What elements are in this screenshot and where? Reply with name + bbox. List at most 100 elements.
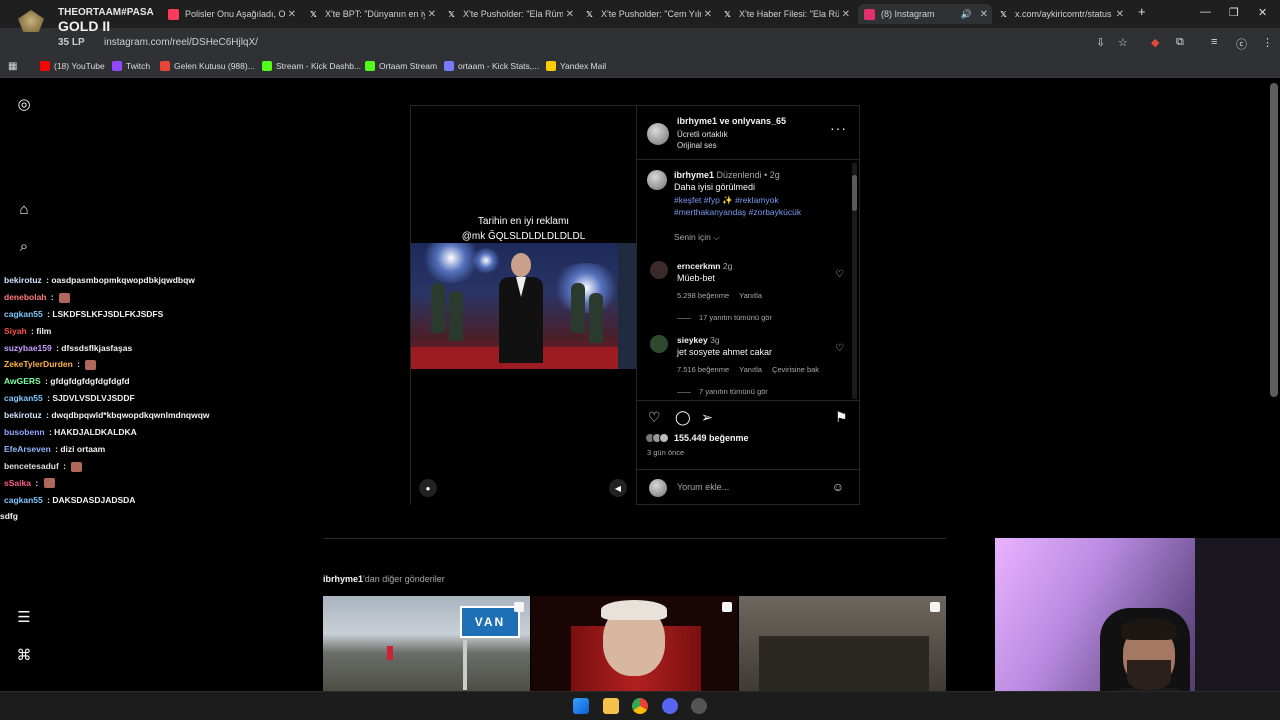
profile-avatar[interactable]: ⓒ bbox=[1236, 36, 1247, 52]
original-audio-link[interactable]: Orijinal ses bbox=[677, 141, 717, 150]
close-icon[interactable]: ✕ bbox=[704, 9, 712, 20]
menu-icon[interactable]: ☰ bbox=[16, 610, 32, 626]
like-heart-icon[interactable]: ♡ bbox=[648, 409, 661, 426]
scroll-thumb[interactable] bbox=[852, 175, 857, 211]
user-tag-icon[interactable]: ● bbox=[419, 479, 437, 497]
app-icon[interactable] bbox=[691, 698, 707, 714]
comment-likes[interactable]: 5.298 beğenme bbox=[677, 291, 729, 300]
audio-icon[interactable]: ◀ bbox=[609, 479, 627, 497]
bookmark-yandex-mail[interactable]: Yandex Mail bbox=[546, 61, 606, 71]
avatar[interactable] bbox=[647, 123, 669, 145]
share-icon[interactable]: ➢ bbox=[701, 409, 713, 426]
comment-input[interactable]: Yorum ekle... bbox=[677, 482, 729, 492]
bookmark-kick-dashboard[interactable]: Stream - Kick Dashb... bbox=[262, 61, 361, 71]
install-app-icon[interactable]: ⇩ bbox=[1096, 36, 1105, 49]
tab-3[interactable]: 𝕏 X'te Pusholder: "Ela Rüme ✕ bbox=[446, 4, 578, 24]
bookmark-gmail[interactable]: Gelen Kutusu (988)... bbox=[160, 61, 255, 71]
puzzle-icon[interactable]: ⧉ bbox=[1176, 36, 1184, 49]
bookmark-icon[interactable]: ⚑ bbox=[835, 409, 848, 426]
discord-icon[interactable] bbox=[662, 698, 678, 714]
comment-username[interactable]: erncerkmn bbox=[677, 261, 720, 271]
comments-scrollbar[interactable] bbox=[852, 163, 857, 399]
bookmark-kick-stats[interactable]: ortaam - Kick Stats,... bbox=[444, 61, 539, 71]
comments-list: ibrhyme1 Düzenlendi • 2g Daha iyisi görü… bbox=[637, 161, 860, 399]
more-apps-icon[interactable]: ⌘ bbox=[16, 648, 32, 664]
likes-count[interactable]: 155.449 beğenme bbox=[674, 433, 749, 443]
close-icon[interactable]: ✕ bbox=[842, 9, 850, 20]
page-scrollbar[interactable] bbox=[1270, 83, 1278, 397]
minimize-icon[interactable]: — bbox=[1200, 6, 1211, 18]
avatar[interactable] bbox=[647, 170, 667, 190]
close-icon[interactable]: ✕ bbox=[288, 9, 296, 20]
new-tab-button[interactable]: + bbox=[1138, 4, 1146, 19]
chat-message: denebolah : bbox=[4, 292, 304, 309]
media-icon[interactable]: ≡ bbox=[1211, 36, 1217, 48]
comment-meta: 5.298 beğenme Yanıtla bbox=[677, 291, 772, 300]
more-options-icon[interactable]: ··· bbox=[830, 120, 847, 136]
emoji-icon[interactable]: ☺ bbox=[832, 480, 844, 494]
post-thumbnail[interactable] bbox=[531, 596, 738, 691]
likes-summary[interactable]: 155.449 beğenme bbox=[645, 433, 749, 443]
bookmark-ortaam-stream[interactable]: Ortaam Stream bbox=[365, 61, 437, 71]
avatar[interactable] bbox=[650, 335, 668, 353]
bookmark-star-icon[interactable]: ☆ bbox=[1118, 36, 1128, 49]
paid-partnership-label[interactable]: Ücretli ortaklık bbox=[677, 130, 728, 139]
maximize-icon[interactable]: ❐ bbox=[1229, 6, 1239, 19]
post-authors[interactable]: ibrhyme1 ve onlyvans_65 bbox=[677, 116, 786, 126]
post-thumbnail[interactable]: VAN bbox=[323, 596, 530, 691]
tab-1[interactable]: Polisler Onu Aşağıladı, O ✕ bbox=[168, 4, 300, 24]
tab-instagram[interactable]: (8) Instagram 🔊 ✕ bbox=[858, 4, 992, 24]
see-translation-button[interactable]: Çevirisine bak bbox=[772, 365, 819, 374]
for-you-dropdown[interactable]: Senin için ⌵ bbox=[674, 232, 720, 243]
comment-username[interactable]: sieykey bbox=[677, 335, 708, 345]
chat-text: dizi ortaam bbox=[60, 443, 106, 454]
close-icon[interactable]: ✕ bbox=[428, 9, 436, 20]
tab-7[interactable]: 𝕏 x.com/aykiricomtr/status ✕ bbox=[998, 4, 1128, 24]
chat-message: sSaika : bbox=[4, 478, 304, 495]
tab-5[interactable]: 𝕏 X'te Haber Filesi: "Ela Rü ✕ bbox=[722, 4, 854, 24]
close-icon[interactable]: ✕ bbox=[980, 9, 988, 20]
search-icon[interactable]: ⌕ bbox=[16, 239, 32, 255]
home-icon[interactable]: ⌂ bbox=[16, 202, 32, 218]
close-window-icon[interactable]: ✕ bbox=[1258, 6, 1267, 19]
chat-user: cagkan55 bbox=[4, 308, 43, 319]
post-date: 3 gün önce bbox=[647, 448, 685, 457]
chat-message: Siyah : film bbox=[4, 325, 52, 336]
windows-start-icon[interactable] bbox=[573, 698, 589, 714]
reply-button[interactable]: Yanıtla bbox=[739, 365, 762, 374]
url-field[interactable]: instagram.com/reel/DSHeC6HjlqX/ bbox=[104, 37, 258, 48]
comment-likes[interactable]: 7.516 beğenme bbox=[677, 365, 729, 374]
reply-button[interactable]: Yanıtla bbox=[739, 291, 762, 300]
file-explorer-icon[interactable] bbox=[603, 698, 619, 714]
caption-username[interactable]: ibrhyme1 bbox=[674, 170, 714, 180]
rank-lp: 35 LP bbox=[58, 37, 85, 48]
apps-icon[interactable]: ▦ bbox=[8, 61, 17, 72]
post-actions: ♡ ◯ ➢ ⚑ 155.449 beğenme 3 gün önce Yorum… bbox=[637, 400, 860, 504]
comment-icon[interactable]: ◯ bbox=[675, 409, 691, 426]
bookmark-twitch[interactable]: Twitch bbox=[112, 61, 150, 71]
bookmark-youtube[interactable]: (18) YouTube bbox=[40, 61, 105, 71]
tab-title: X'te Pusholder: "Ela Rüme bbox=[463, 9, 563, 19]
avatar[interactable] bbox=[650, 261, 668, 279]
tab-4[interactable]: 𝕏 X'te Pusholder: "Cem Yılm ✕ bbox=[584, 4, 716, 24]
extension-icon[interactable]: ◆ bbox=[1151, 36, 1159, 49]
more-posts-user[interactable]: ibrhyme1 bbox=[323, 574, 363, 584]
view-replies-link[interactable]: 7 yanıtın tümünü gör bbox=[677, 387, 768, 396]
chat-text: dfssdsflkjasfaşas bbox=[61, 342, 133, 353]
close-icon[interactable]: ✕ bbox=[1116, 9, 1124, 20]
close-icon[interactable]: ✕ bbox=[566, 9, 574, 20]
tab-2[interactable]: 𝕏 X'te BPT: "Dünyanın en iy ✕ bbox=[308, 4, 440, 24]
menu-icon[interactable]: ⋮ bbox=[1262, 36, 1273, 49]
chat-message: busobenn : HAKDJALDKALDKA bbox=[4, 427, 137, 438]
post-thumbnail[interactable] bbox=[739, 596, 946, 691]
view-replies-link[interactable]: 17 yanıtın tümünü gör bbox=[677, 313, 772, 322]
chrome-icon[interactable] bbox=[632, 698, 648, 714]
heart-icon[interactable]: ♡ bbox=[835, 343, 844, 354]
hashtags[interactable]: #keşfet #fyp ✨ #reklamyok #merthakanyand… bbox=[674, 194, 834, 218]
chat-user: bekirotuz bbox=[4, 410, 42, 421]
heart-icon[interactable]: ♡ bbox=[835, 269, 844, 280]
tab-title: X'te Pusholder: "Cem Yılm bbox=[601, 9, 701, 19]
instagram-logo-icon[interactable]: ◎ bbox=[16, 97, 32, 113]
speaker-icon[interactable]: 🔊 bbox=[961, 9, 972, 20]
reel-video[interactable]: Tarihin en iyi reklamı @mk ĞQLSLDLDLDLDL… bbox=[411, 106, 636, 506]
